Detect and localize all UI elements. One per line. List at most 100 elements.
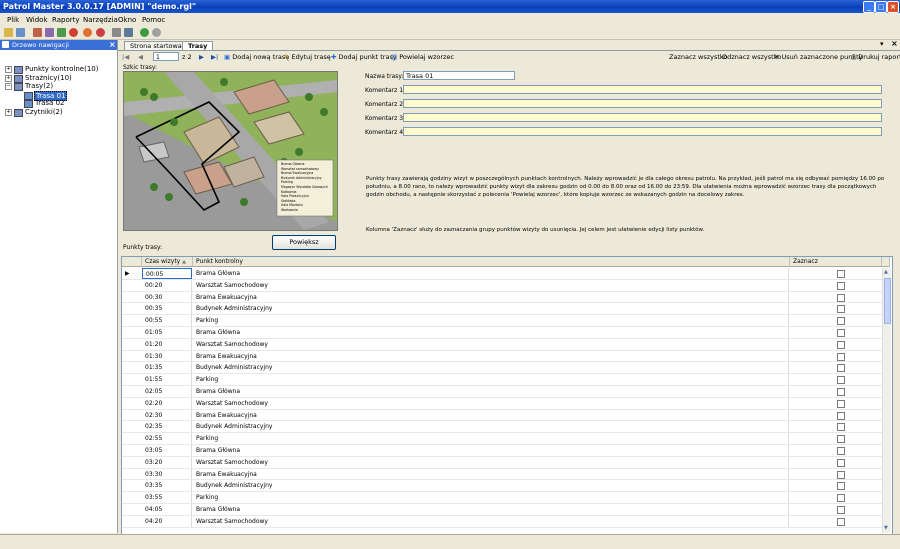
- download-icon[interactable]: [45, 28, 54, 37]
- copy-template-button[interactable]: ▤ Powielaj wzorzec: [391, 53, 454, 61]
- last-record-icon[interactable]: ▶|: [211, 53, 218, 61]
- column-header-point[interactable]: Punkt kontrolny: [193, 257, 790, 267]
- edit-route-button[interactable]: ✎ Edytuj trasę: [284, 53, 331, 61]
- mark-checkbox[interactable]: [837, 270, 845, 278]
- menu-raporty[interactable]: Raporty: [52, 16, 80, 24]
- menu-narzedzia[interactable]: Narzędzia: [83, 16, 118, 24]
- checkpoint-cell[interactable]: Brama Ewakuacyjna: [193, 291, 789, 303]
- checkpoint-cell[interactable]: Budynek Administracyjny: [193, 480, 789, 492]
- mark-checkbox[interactable]: [837, 423, 845, 432]
- time-cell[interactable]: 03:20: [142, 456, 192, 468]
- tab-start-page[interactable]: Strona startowa: [124, 41, 188, 50]
- table-row[interactable]: 02:55 Parking: [122, 433, 890, 445]
- mark-checkbox[interactable]: [837, 305, 845, 314]
- checkpoint-cell[interactable]: Brama Główna: [193, 268, 789, 279]
- pin-icon[interactable]: ▾: [880, 40, 884, 48]
- checkpoint-cell[interactable]: Parking: [193, 433, 789, 444]
- mark-checkbox[interactable]: [837, 447, 845, 455]
- time-cell[interactable]: 00:35: [142, 303, 192, 315]
- delete-selected-button[interactable]: ✕ Usuń zaznaczone punkty: [774, 53, 863, 61]
- checkpoint-cell[interactable]: Brama Główna: [193, 445, 789, 456]
- open-icon[interactable]: [4, 28, 13, 37]
- mark-checkbox[interactable]: [837, 364, 845, 373]
- collapse-icon[interactable]: −: [5, 83, 12, 91]
- clock-icon[interactable]: [96, 28, 105, 37]
- comment2-field[interactable]: [403, 99, 882, 108]
- save-icon[interactable]: [16, 28, 25, 37]
- mark-checkbox[interactable]: [837, 411, 845, 420]
- checkpoint-cell[interactable]: Warsztat Samochodowy: [193, 338, 789, 350]
- print-report-button[interactable]: ⎙ Drukuj raport: [851, 53, 900, 62]
- checkpoint-cell[interactable]: Brama Ewakuacyjna: [193, 468, 789, 480]
- forward-icon[interactable]: [152, 28, 161, 37]
- expand-icon[interactable]: +: [5, 109, 12, 116]
- close-window-button[interactable]: ×: [887, 1, 899, 13]
- table-row[interactable]: 00:30 Brama Ewakuacyjna: [122, 291, 890, 304]
- time-cell[interactable]: 03:55: [142, 492, 192, 503]
- scroll-down-icon[interactable]: ▼: [884, 525, 888, 531]
- mark-checkbox[interactable]: [837, 399, 845, 408]
- expand-icon[interactable]: +: [5, 66, 12, 73]
- route-name-input[interactable]: Trasa 01: [403, 71, 515, 80]
- tab-routes[interactable]: Trasy: [182, 41, 214, 50]
- column-header-mark[interactable]: Zaznacz: [790, 257, 882, 267]
- checkpoint-cell[interactable]: Budynek Administracyjny: [193, 362, 789, 374]
- time-cell[interactable]: 04:05: [142, 504, 192, 515]
- time-cell[interactable]: 02:20: [142, 397, 192, 409]
- menu-widok[interactable]: Widok: [26, 16, 48, 24]
- checkpoint-cell[interactable]: Brama Główna: [193, 327, 789, 338]
- time-cell[interactable]: 04:20: [142, 515, 192, 527]
- table-row[interactable]: 00:20 Warsztat Samochodowy: [122, 279, 890, 292]
- table-row[interactable]: 02:30 Brama Ewakuacyjna: [122, 409, 890, 422]
- checkpoint-cell[interactable]: Budynek Administracyjny: [193, 303, 789, 315]
- maximize-button[interactable]: □: [875, 1, 887, 13]
- menu-plik[interactable]: Plik: [7, 16, 19, 24]
- add-point-button[interactable]: ✚ Dodaj punkt trasy: [331, 53, 397, 61]
- mark-checkbox[interactable]: [837, 293, 845, 302]
- mark-checkbox[interactable]: [837, 470, 845, 479]
- time-cell[interactable]: 00:05: [142, 268, 192, 279]
- checkpoint-cell[interactable]: Brama Główna: [193, 386, 789, 397]
- table-row[interactable]: 03:35 Budynek Administracyjny: [122, 480, 890, 493]
- help-icon[interactable]: [83, 28, 92, 37]
- checkpoint-cell[interactable]: Warsztat Samochodowy: [193, 397, 789, 409]
- grid-scrollbar[interactable]: ▲ ▼: [882, 268, 891, 533]
- checkpoint-cell[interactable]: Warsztat Samochodowy: [193, 515, 789, 527]
- time-cell[interactable]: 01:35: [142, 362, 192, 374]
- checkpoint-cell[interactable]: Warsztat Samochodowy: [193, 279, 789, 291]
- time-cell[interactable]: 03:05: [142, 445, 192, 456]
- mark-checkbox[interactable]: [837, 376, 845, 385]
- menu-pomoc[interactable]: Pomoc: [142, 16, 165, 24]
- close-tab-icon[interactable]: ×: [891, 39, 898, 48]
- prev-record-icon[interactable]: ◀: [138, 53, 143, 61]
- time-cell[interactable]: 00:30: [142, 291, 192, 303]
- table-row[interactable]: 01:20 Warsztat Samochodowy: [122, 338, 890, 351]
- time-cell[interactable]: 03:35: [142, 480, 192, 492]
- table-row[interactable]: 01:05 Brama Główna: [122, 327, 890, 339]
- minimize-button[interactable]: _: [863, 1, 875, 13]
- table-row[interactable]: 03:55 Parking: [122, 492, 890, 504]
- time-cell[interactable]: 02:05: [142, 386, 192, 397]
- comment4-field[interactable]: [403, 127, 882, 136]
- first-record-icon[interactable]: |◀: [122, 53, 129, 61]
- table-row[interactable]: 03:05 Brama Główna: [122, 445, 890, 457]
- mark-checkbox[interactable]: [837, 494, 845, 503]
- mark-checkbox[interactable]: [837, 329, 845, 337]
- reader-icon[interactable]: [33, 28, 42, 37]
- mark-checkbox[interactable]: [837, 317, 845, 326]
- menu-okno[interactable]: Okno: [118, 16, 136, 24]
- table-row[interactable]: 01:30 Brama Ewakuacyjna: [122, 350, 890, 363]
- time-cell[interactable]: 00:55: [142, 315, 192, 326]
- page-input[interactable]: 1: [153, 52, 179, 61]
- mark-checkbox[interactable]: [837, 340, 845, 349]
- table-row[interactable]: 00:35 Budynek Administracyjny: [122, 303, 890, 316]
- checkpoint-cell[interactable]: Parking: [193, 315, 789, 326]
- home-icon[interactable]: [112, 28, 121, 37]
- table-row[interactable]: 01:35 Budynek Administracyjny: [122, 362, 890, 375]
- time-cell[interactable]: 03:30: [142, 468, 192, 480]
- time-cell[interactable]: 02:35: [142, 421, 192, 433]
- deselect-all-button[interactable]: Odznacz wszystko: [722, 53, 781, 61]
- report-icon[interactable]: [57, 28, 66, 37]
- time-cell[interactable]: 01:05: [142, 327, 192, 338]
- mark-checkbox[interactable]: [837, 388, 845, 396]
